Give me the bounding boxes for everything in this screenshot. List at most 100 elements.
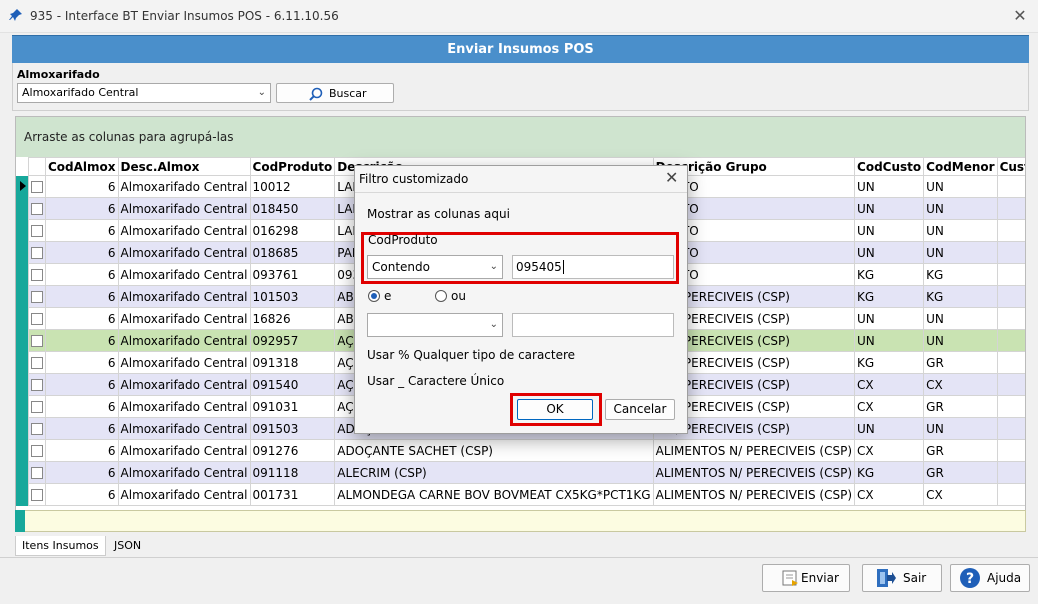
row-checkbox-cell[interactable] bbox=[28, 307, 46, 330]
table-cell[interactable]: Almoxarifado Central bbox=[117, 439, 251, 462]
table-cell[interactable]: GR bbox=[923, 395, 998, 418]
column-header[interactable]: CodAlmox bbox=[45, 157, 119, 176]
table-cell[interactable]: Almoxarifado Central bbox=[117, 219, 251, 242]
table-cell[interactable] bbox=[996, 175, 1025, 198]
table-cell[interactable]: 091031 bbox=[249, 395, 336, 418]
column-header[interactable]: CodCusto bbox=[854, 157, 925, 176]
table-cell[interactable] bbox=[996, 285, 1025, 308]
row-checkbox[interactable] bbox=[31, 401, 43, 413]
table-cell[interactable]: Almoxarifado Central bbox=[117, 417, 251, 440]
row-checkbox[interactable] bbox=[31, 467, 43, 479]
row-checkbox-cell[interactable] bbox=[28, 263, 46, 286]
table-cell[interactable]: UN bbox=[923, 219, 998, 242]
table-cell[interactable]: 6 bbox=[45, 219, 119, 242]
tab-itens-insumos[interactable]: Itens Insumos bbox=[15, 536, 106, 556]
table-cell[interactable]: Almoxarifado Central bbox=[117, 461, 251, 484]
table-cell[interactable]: 6 bbox=[45, 351, 119, 374]
send-button[interactable]: Enviar bbox=[762, 564, 850, 592]
table-cell[interactable]: UN bbox=[923, 197, 998, 220]
table-cell[interactable] bbox=[996, 329, 1025, 352]
table-cell[interactable]: 1 bbox=[996, 417, 1025, 440]
ok-button[interactable]: OK bbox=[517, 399, 593, 420]
table-cell[interactable]: 39 bbox=[996, 373, 1025, 396]
table-cell[interactable]: UN bbox=[854, 307, 925, 330]
column-header[interactable]: Desc.Almox bbox=[117, 157, 251, 176]
row-checkbox[interactable] bbox=[31, 313, 43, 325]
row-checkbox-cell[interactable] bbox=[28, 439, 46, 462]
table-cell[interactable]: UN bbox=[854, 417, 925, 440]
table-cell[interactable]: CX bbox=[854, 439, 925, 462]
table-cell[interactable]: ADOÇANTE SACHET (CSP) bbox=[334, 439, 654, 462]
table-cell[interactable]: Almoxarifado Central bbox=[117, 285, 251, 308]
table-cell[interactable]: UN bbox=[854, 219, 925, 242]
table-cell[interactable]: 101503 bbox=[249, 285, 336, 308]
table-cell[interactable]: 6 bbox=[45, 263, 119, 286]
row-checkbox-cell[interactable] bbox=[28, 395, 46, 418]
table-cell[interactable]: KG bbox=[923, 263, 998, 286]
table-cell[interactable]: CX bbox=[854, 483, 925, 506]
table-cell[interactable]: Almoxarifado Central bbox=[117, 197, 251, 220]
group-by-area[interactable]: Arraste as colunas para agrupá-las bbox=[16, 117, 1025, 157]
table-cell[interactable]: ALIMENTOS N/ PERECIVEIS (CSP) bbox=[652, 439, 856, 462]
row-checkbox-cell[interactable] bbox=[28, 175, 46, 198]
table-cell[interactable]: 6 bbox=[45, 439, 119, 462]
exit-button[interactable]: Sair bbox=[862, 564, 942, 592]
row-checkbox-cell[interactable] bbox=[28, 483, 46, 506]
table-cell[interactable]: 6 bbox=[45, 285, 119, 308]
table-cell[interactable]: UN bbox=[854, 197, 925, 220]
filter-value-input[interactable]: 095405 bbox=[512, 255, 674, 279]
row-checkbox-cell[interactable] bbox=[28, 461, 46, 484]
row-checkbox[interactable] bbox=[31, 489, 43, 501]
row-checkbox[interactable] bbox=[31, 247, 43, 259]
table-cell[interactable]: GR bbox=[923, 439, 998, 462]
almox-select[interactable]: Almoxarifado Central ⌄ bbox=[17, 83, 271, 103]
table-cell[interactable]: ALECRIM (CSP) bbox=[334, 461, 654, 484]
table-cell[interactable]: 6 bbox=[45, 417, 119, 440]
table-cell[interactable]: ALIMENTOS N/ PERECIVEIS (CSP) bbox=[652, 461, 856, 484]
row-checkbox[interactable] bbox=[31, 225, 43, 237]
row-checkbox[interactable] bbox=[31, 291, 43, 303]
operator-select[interactable]: Contendo ⌄ bbox=[367, 255, 503, 279]
table-cell[interactable]: 018450 bbox=[249, 197, 336, 220]
row-checkbox[interactable] bbox=[31, 269, 43, 281]
table-cell[interactable]: GR bbox=[923, 351, 998, 374]
tab-json[interactable]: JSON bbox=[108, 536, 147, 556]
and-radio[interactable] bbox=[368, 290, 380, 302]
table-cell[interactable]: KG bbox=[923, 285, 998, 308]
close-icon[interactable]: ✕ bbox=[1010, 6, 1030, 26]
table-cell[interactable]: 091318 bbox=[249, 351, 336, 374]
table-cell[interactable]: 6 bbox=[45, 241, 119, 264]
table-cell[interactable]: 018685 bbox=[249, 241, 336, 264]
table-cell[interactable]: 001731 bbox=[249, 483, 336, 506]
table-cell[interactable]: 6 bbox=[45, 329, 119, 352]
table-cell[interactable]: CX bbox=[923, 373, 998, 396]
row-checkbox-cell[interactable] bbox=[28, 241, 46, 264]
row-checkbox-cell[interactable] bbox=[28, 285, 46, 308]
table-cell[interactable] bbox=[996, 439, 1025, 462]
table-cell[interactable]: KG bbox=[854, 351, 925, 374]
table-cell[interactable]: Almoxarifado Central bbox=[117, 241, 251, 264]
row-checkbox[interactable] bbox=[31, 357, 43, 369]
table-cell[interactable]: KG bbox=[854, 263, 925, 286]
table-cell[interactable]: CX bbox=[923, 483, 998, 506]
table-cell[interactable] bbox=[996, 241, 1025, 264]
table-cell[interactable] bbox=[996, 307, 1025, 330]
cancel-button[interactable]: Cancelar bbox=[605, 399, 675, 420]
table-cell[interactable]: GR bbox=[923, 461, 998, 484]
table-cell[interactable]: ALIMENTOS N/ PERECIVEIS (CSP) bbox=[652, 483, 856, 506]
search-button[interactable]: Buscar bbox=[276, 83, 394, 103]
row-checkbox-cell[interactable] bbox=[28, 197, 46, 220]
table-cell[interactable]: 091276 bbox=[249, 439, 336, 462]
row-checkbox[interactable] bbox=[31, 203, 43, 215]
table-cell[interactable]: CX bbox=[854, 395, 925, 418]
table-cell[interactable]: 6 bbox=[45, 307, 119, 330]
filter-value-input-2[interactable] bbox=[512, 313, 674, 337]
table-cell[interactable]: UN bbox=[854, 329, 925, 352]
table-cell[interactable]: Almoxarifado Central bbox=[117, 483, 251, 506]
row-checkbox[interactable] bbox=[31, 181, 43, 193]
table-cell[interactable]: 16826 bbox=[249, 307, 336, 330]
table-cell[interactable]: KG bbox=[854, 285, 925, 308]
table-cell[interactable]: Almoxarifado Central bbox=[117, 395, 251, 418]
table-cell[interactable]: 093761 bbox=[249, 263, 336, 286]
table-row[interactable]: 6 Almoxarifado Central 091118 ALECRIM (CSP)… bbox=[16, 461, 1025, 484]
